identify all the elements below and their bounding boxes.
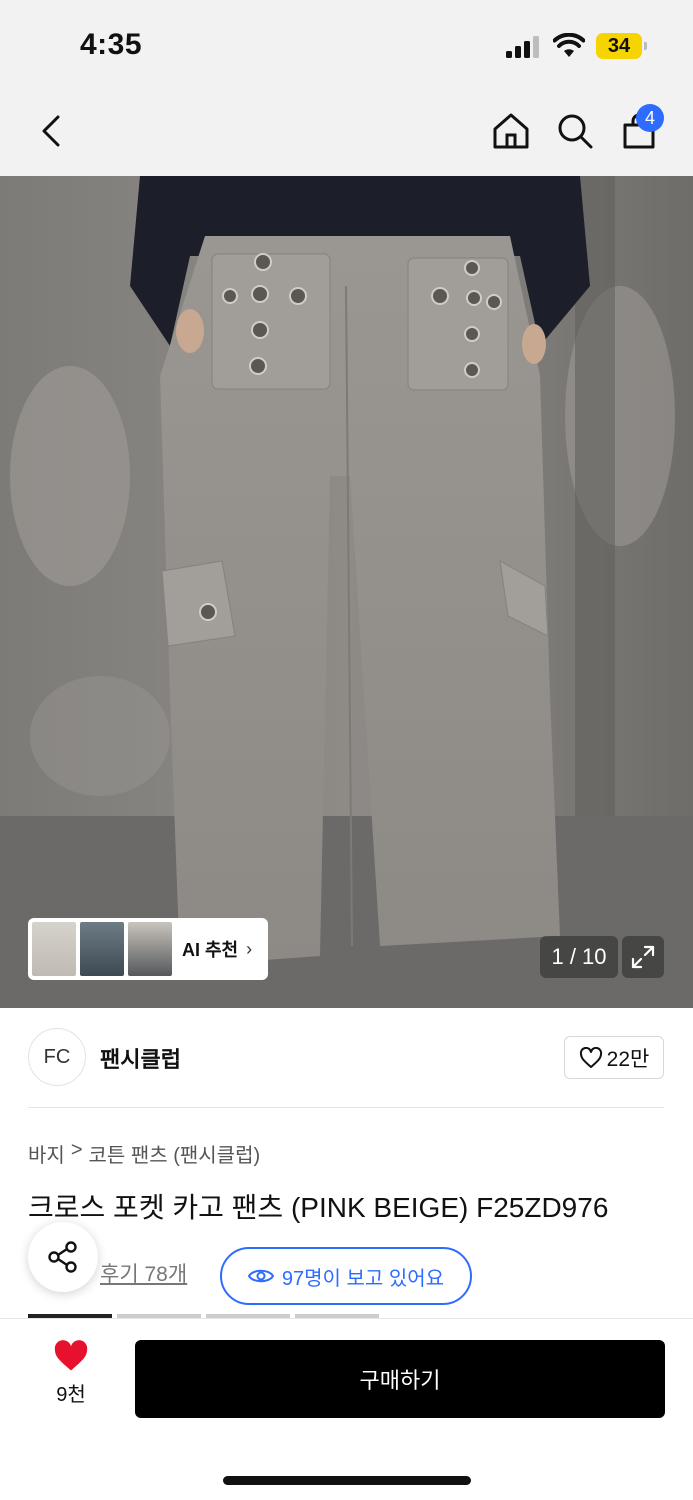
ai-recommendation-chip[interactable]: AI 추천 › bbox=[28, 918, 268, 980]
breadcrumb-separator: > bbox=[70, 1139, 83, 1161]
breadcrumb: 바지 > 코튼 팬츠 (팬시클럽) bbox=[28, 1139, 260, 1168]
buy-button[interactable]: 구매하기 bbox=[135, 1340, 665, 1418]
brand-like-button[interactable]: 22만 bbox=[564, 1036, 664, 1079]
top-nav bbox=[0, 90, 693, 176]
breadcrumb-item[interactable]: 코튼 팬츠 (팬시클럽) bbox=[89, 1139, 261, 1168]
status-bar: 4:35 34 bbox=[0, 0, 693, 90]
expand-icon bbox=[631, 945, 655, 969]
home-icon bbox=[493, 113, 529, 149]
brand-logo[interactable]: FC bbox=[28, 1028, 86, 1086]
divider bbox=[28, 1107, 664, 1108]
expand-image-button[interactable] bbox=[622, 936, 664, 978]
breadcrumb-item[interactable]: 바지 bbox=[28, 1139, 65, 1168]
share-icon bbox=[48, 1241, 77, 1273]
share-button[interactable] bbox=[28, 1222, 98, 1292]
heart-filled-icon bbox=[54, 1340, 88, 1371]
cart-count-badge: 4 bbox=[636, 104, 664, 132]
heart-outline-icon bbox=[579, 1046, 602, 1068]
product-image[interactable] bbox=[0, 176, 693, 1008]
ai-thumbnail bbox=[32, 922, 76, 976]
wifi-icon bbox=[553, 33, 585, 57]
battery-level: 34 bbox=[607, 35, 631, 57]
home-button[interactable] bbox=[488, 108, 534, 154]
product-photo bbox=[0, 176, 693, 1008]
cellular-signal-icon bbox=[506, 36, 539, 58]
wishlist-button[interactable]: 9천 bbox=[40, 1340, 102, 1418]
ai-thumbnail bbox=[80, 922, 124, 976]
chevron-right-icon: › bbox=[246, 938, 253, 959]
brand-like-count: 22만 bbox=[606, 1047, 650, 1071]
search-button[interactable] bbox=[552, 108, 598, 154]
image-counter: 1 / 10 bbox=[540, 936, 618, 978]
review-link[interactable]: 후기 78개 bbox=[100, 1258, 187, 1288]
back-button[interactable] bbox=[28, 108, 74, 154]
back-icon bbox=[42, 115, 60, 147]
ai-recommendation-label: AI 추천 bbox=[182, 940, 239, 960]
home-indicator bbox=[223, 1476, 471, 1485]
ai-thumbnail bbox=[128, 922, 172, 976]
search-icon bbox=[558, 114, 593, 149]
wishlist-count: 9천 bbox=[56, 1384, 86, 1406]
product-title: 크로스 포켓 카고 팬츠 (PINK BEIGE) F25ZD976 bbox=[28, 1192, 609, 1223]
viewers-badge: 97명이 보고 있어요 bbox=[220, 1247, 472, 1305]
brand-logo-text: FC bbox=[43, 1045, 71, 1068]
brand-name[interactable]: 팬시클럽 bbox=[100, 1042, 181, 1074]
eye-icon bbox=[247, 1269, 274, 1283]
status-time: 4:35 bbox=[80, 28, 143, 61]
viewers-text: 97명이 보고 있어요 bbox=[281, 1267, 445, 1290]
battery-indicator: 34 bbox=[596, 33, 648, 59]
